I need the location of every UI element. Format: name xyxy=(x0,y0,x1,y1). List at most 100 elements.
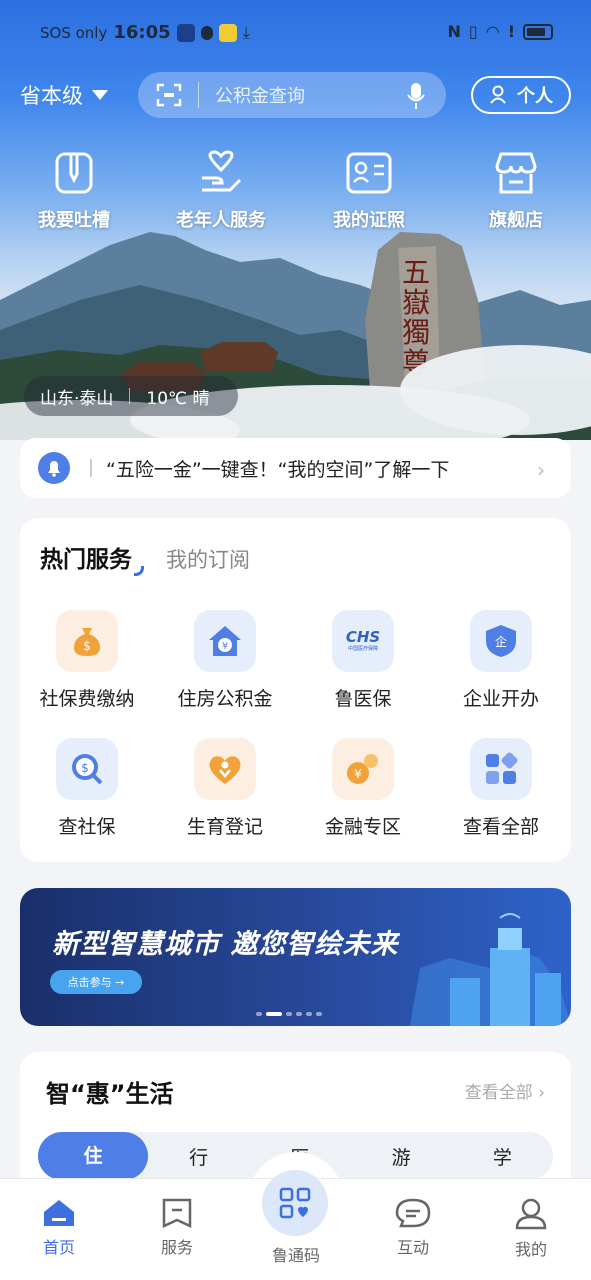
quick-link-label: 旗舰店 xyxy=(489,210,543,231)
vpn-status-icon xyxy=(200,25,213,40)
service-view-all[interactable]: 查看全部 xyxy=(432,738,570,839)
heart-hand-icon xyxy=(202,150,242,192)
weather-condition: 10℃ 晴 xyxy=(146,388,210,409)
service-social-payment[interactable]: $ 社保费缴纳 xyxy=(18,610,156,711)
quick-link-label: 老年人服务 xyxy=(176,210,266,231)
battery-icon xyxy=(523,23,553,40)
quick-link-elderly[interactable]: 老年人服务 xyxy=(161,150,281,232)
service-birth-registration[interactable]: 生育登记 xyxy=(156,738,294,839)
quick-link-label: 我要吐槽 xyxy=(38,210,110,231)
service-label: 金融专区 xyxy=(324,816,401,838)
view-all-link[interactable]: 查看全部 › xyxy=(465,1078,545,1103)
nav-services[interactable]: 服务 xyxy=(127,1198,227,1258)
bookmark-icon xyxy=(162,1198,192,1228)
carousel-dot xyxy=(256,1012,262,1016)
caret-down-icon xyxy=(92,90,108,100)
carousel-dot xyxy=(306,1012,312,1016)
personal-switch-button[interactable]: 个人 xyxy=(471,76,571,114)
notice-bar[interactable]: “五险一金”一键查！“我的空间”了解一下 › xyxy=(20,438,571,498)
promo-banner[interactable]: 新型智慧城市 邀您智绘未来 点击参与 → xyxy=(20,888,571,1026)
chs-logo-icon: CHS 中国医疗保障 xyxy=(332,610,394,672)
chs-text: CHS xyxy=(345,628,381,646)
svg-text:¥: ¥ xyxy=(222,641,228,652)
service-label: 社保费缴纳 xyxy=(39,688,135,710)
wifi-icon: ◠ xyxy=(485,22,500,41)
tab-indicator xyxy=(134,566,144,576)
service-check-social[interactable]: $ 查社保 xyxy=(18,738,156,839)
weather-location: 山东·泰山 xyxy=(40,388,114,409)
grid-all-icon xyxy=(470,738,532,800)
category-tab-study[interactable]: 学 xyxy=(452,1143,553,1170)
phone-edit-icon xyxy=(55,152,93,194)
coins-icon: ¥ xyxy=(332,738,394,800)
id-card-icon xyxy=(346,152,392,194)
quick-link-label: 我的证照 xyxy=(333,210,405,231)
banner-join-button[interactable]: 点击参与 → xyxy=(50,970,142,994)
download-status-icon: ⤓ xyxy=(242,22,250,42)
enterprise-shield-icon: 企 xyxy=(470,610,532,672)
quick-link-store[interactable]: 旗舰店 xyxy=(456,150,576,232)
notice-divider xyxy=(90,459,92,477)
quick-link-licenses[interactable]: 我的证照 xyxy=(309,150,429,232)
shield-status-icon xyxy=(176,23,195,42)
nav-label: 我的 xyxy=(514,1240,547,1259)
weather-divider xyxy=(129,388,131,404)
microphone-icon[interactable] xyxy=(406,82,426,110)
service-finance[interactable]: ¥ 金融专区 xyxy=(294,738,432,839)
nav-label: 服务 xyxy=(160,1238,193,1257)
search-social-icon: $ xyxy=(56,738,118,800)
nav-label: 互动 xyxy=(396,1238,429,1257)
svg-text:$: $ xyxy=(83,639,91,653)
house-yuan-icon: ¥ xyxy=(194,610,256,672)
service-enterprise[interactable]: 企 企业开办 xyxy=(432,610,570,711)
category-tab-travel[interactable]: 行 xyxy=(148,1143,249,1170)
search-placeholder: 公积金查询 xyxy=(198,82,305,108)
tab-hot-services[interactable]: 热门服务 xyxy=(40,540,144,576)
service-housing-fund[interactable]: ¥ 住房公积金 xyxy=(156,610,294,711)
carousel-dot xyxy=(296,1012,302,1016)
svg-text:五: 五 xyxy=(402,256,430,289)
carrier-text: SOS only xyxy=(40,23,108,42)
nav-mine[interactable]: 我的 xyxy=(481,1198,581,1260)
nfc-icon: N xyxy=(447,22,461,41)
money-bag-icon: $ xyxy=(56,610,118,672)
nav-interaction[interactable]: 互动 xyxy=(363,1198,463,1258)
nav-home[interactable]: 首页 xyxy=(9,1198,109,1258)
code-icon xyxy=(279,1187,311,1219)
carousel-dot-active xyxy=(266,1012,282,1016)
notice-text: “五险一金”一键查！“我的空间”了解一下 xyxy=(106,458,450,481)
region-selector[interactable]: 省本级 xyxy=(20,80,109,110)
clock: 16:05 xyxy=(113,22,171,43)
svg-text:¥: ¥ xyxy=(354,767,362,781)
view-all-label: 查看全部 xyxy=(464,1083,533,1103)
service-label: 查社保 xyxy=(58,816,116,838)
bell-icon xyxy=(38,452,70,484)
category-tab-tour[interactable]: 游 xyxy=(351,1143,452,1170)
chs-subtext: 中国医疗保障 xyxy=(347,646,378,652)
svg-text:嶽: 嶽 xyxy=(402,286,430,319)
tab-subscriptions[interactable]: 我的订阅 xyxy=(166,544,250,574)
service-medical-insurance[interactable]: CHS 中国医疗保障 鲁医保 xyxy=(294,610,432,711)
search-bar[interactable]: 公积金查询 xyxy=(138,72,446,118)
service-label: 住房公积金 xyxy=(177,688,273,710)
quick-link-complaint[interactable]: 我要吐槽 xyxy=(14,150,134,232)
service-label: 查看全部 xyxy=(462,816,539,838)
tab-label: 热门服务 xyxy=(40,547,132,573)
vibrate-icon: ▯ xyxy=(468,22,478,41)
services-tabs: 热门服务 我的订阅 xyxy=(40,540,250,576)
carousel-dots xyxy=(256,1012,322,1016)
nav-code-label: 鲁通码 xyxy=(271,1246,320,1265)
scan-icon[interactable] xyxy=(156,83,182,107)
service-label: 企业开办 xyxy=(462,688,539,710)
status-bar: SOS only 16:05 ⤓ N ▯ ◠ ! xyxy=(0,0,591,64)
region-label: 省本级 xyxy=(20,84,83,108)
chat-icon xyxy=(395,1198,431,1228)
heart-baby-icon xyxy=(194,738,256,800)
chevron-right-icon: › xyxy=(537,458,545,482)
service-label: 鲁医保 xyxy=(334,688,392,710)
person-icon xyxy=(490,85,506,104)
svg-text:獨: 獨 xyxy=(402,316,430,349)
category-tab-live[interactable]: 住 xyxy=(38,1132,148,1180)
nav-code-button[interactable] xyxy=(262,1170,328,1236)
alert-icon: ! xyxy=(507,22,515,41)
